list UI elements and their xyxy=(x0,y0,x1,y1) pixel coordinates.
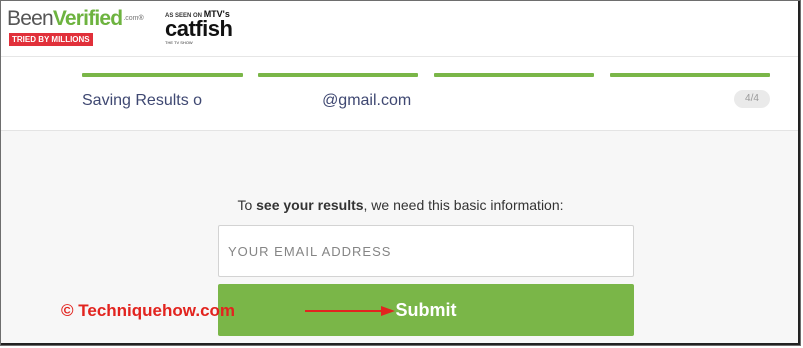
redacted-email xyxy=(202,94,323,107)
email-input[interactable] xyxy=(218,225,634,277)
logo-tagline: TRIED BY MILLIONS xyxy=(9,33,93,46)
watermark-text: © Techniquehow.com xyxy=(61,301,236,320)
catfish-logo: catfish xyxy=(165,16,233,41)
header-divider xyxy=(1,56,800,57)
browser-viewport: BeenVerified.com® TRIED BY MILLIONS AS S… xyxy=(0,0,801,346)
as-seen-on-badge: AS SEEN ON MTV's catfish THE TV SHOW xyxy=(165,9,233,45)
progress-segment-2 xyxy=(258,73,418,77)
beenverified-logo[interactable]: BeenVerified.com® TRIED BY MILLIONS xyxy=(7,7,144,46)
step-counter-badge: 4/4 xyxy=(734,90,770,108)
right-arrow-icon xyxy=(305,306,395,316)
saving-results-heading: Saving Results o @gmail.com xyxy=(82,92,412,109)
submit-button[interactable]: Submit xyxy=(218,284,634,336)
logo-wordmark: BeenVerified.com® xyxy=(7,7,144,30)
progress-bar xyxy=(82,73,770,78)
progress-segment-3 xyxy=(434,73,594,77)
progress-segment-1 xyxy=(82,73,243,77)
form-intro-text: To see your results, we need this basic … xyxy=(237,197,564,213)
progress-segment-4 xyxy=(610,73,770,77)
